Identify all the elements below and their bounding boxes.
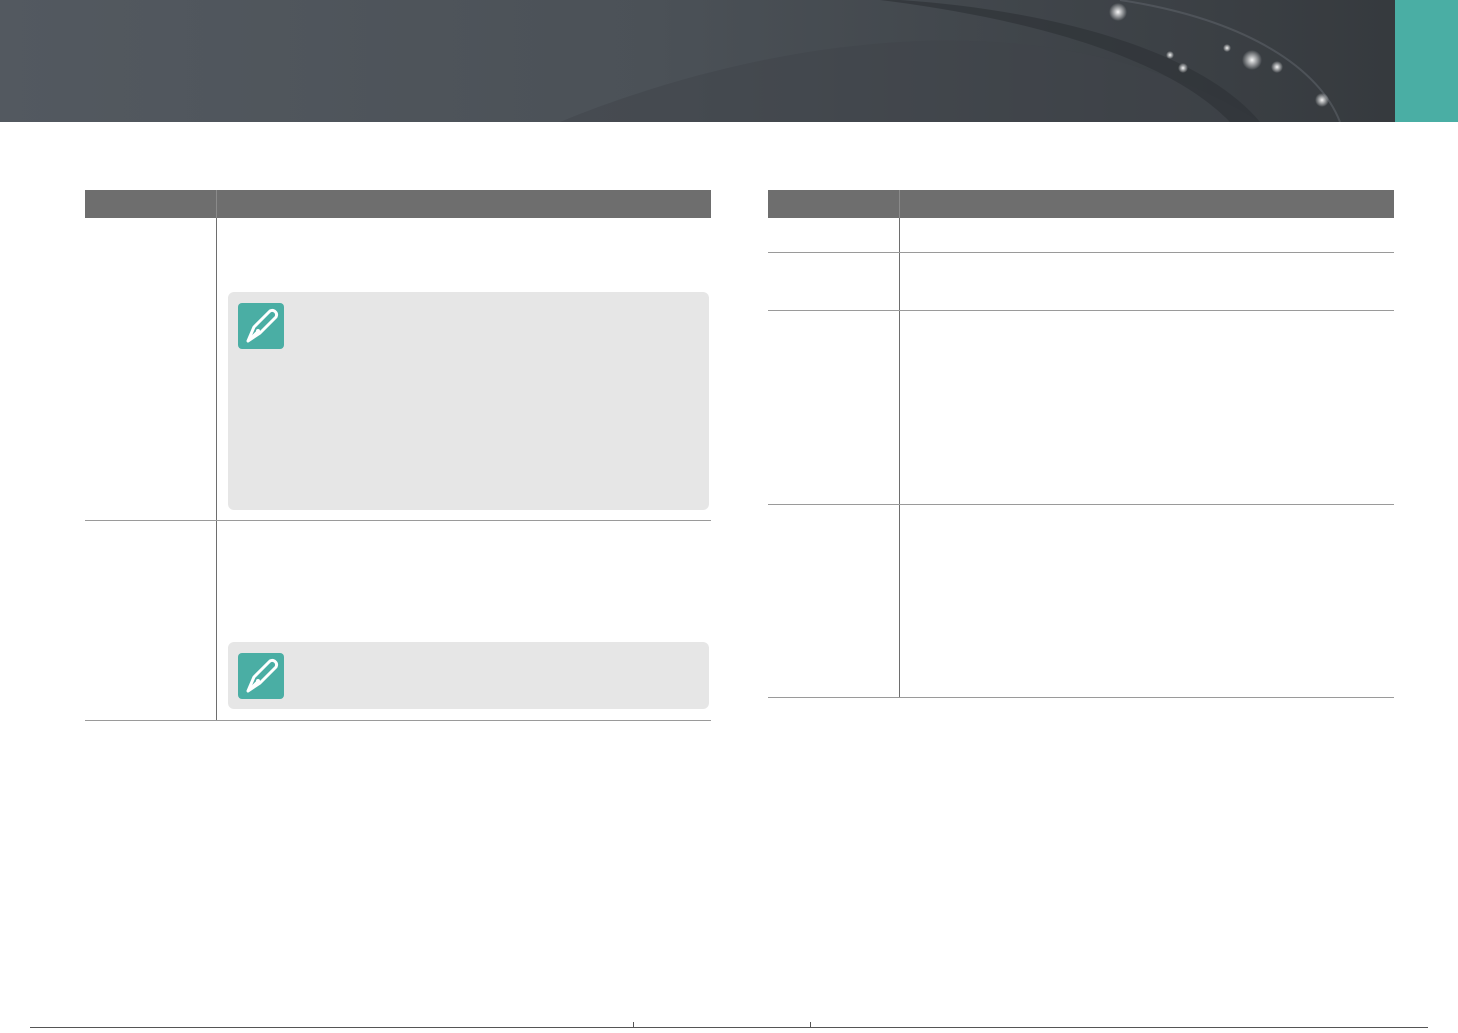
footer-tick bbox=[810, 1022, 811, 1027]
header-banner bbox=[0, 0, 1458, 122]
column-divider bbox=[216, 218, 217, 720]
row-divider bbox=[768, 504, 1394, 505]
pen-nib-icon bbox=[238, 303, 284, 349]
row-divider bbox=[768, 310, 1394, 311]
footer-rule bbox=[30, 1027, 1428, 1028]
row-divider bbox=[85, 720, 711, 721]
header-divider bbox=[899, 190, 900, 218]
note-box bbox=[228, 642, 709, 709]
banner-decoration bbox=[560, 0, 1341, 122]
row-divider bbox=[85, 520, 711, 521]
table-header bbox=[85, 190, 711, 218]
header-divider bbox=[216, 190, 217, 218]
row-divider bbox=[768, 697, 1394, 698]
pen-nib-icon bbox=[238, 653, 284, 699]
column-divider bbox=[899, 218, 900, 697]
footer-tick bbox=[633, 1022, 634, 1027]
table-header bbox=[768, 190, 1394, 218]
chapter-tab[interactable] bbox=[1395, 0, 1458, 122]
row-divider bbox=[768, 252, 1394, 253]
note-box bbox=[228, 292, 709, 510]
